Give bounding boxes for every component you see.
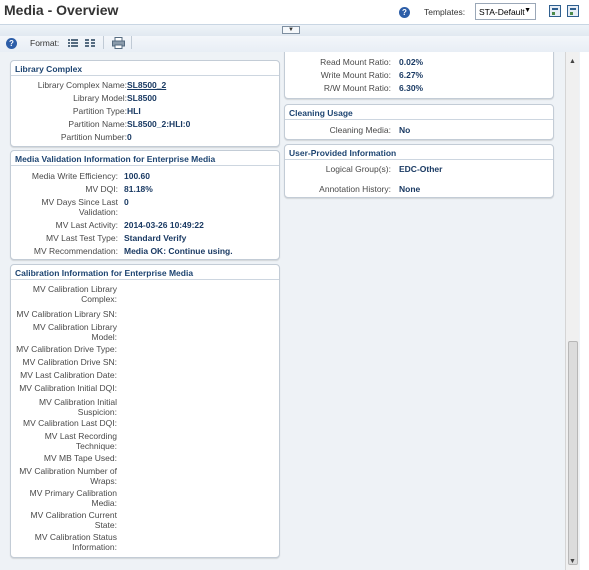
field-value: 0 [124,197,129,207]
field-value: SL8500 [127,93,157,103]
field-label: Cleaning Media: [329,125,391,135]
field-label: MV Calibration Initial Suspicion: [39,397,117,417]
field-label: MV Calibration Last DQI: [22,418,117,428]
panel-title: Calibration Information for Enterprise M… [11,265,279,280]
print-icon[interactable] [112,37,125,49]
field-value: 2014-03-26 10:49:22 [124,220,204,230]
field-value: 0.02% [399,57,424,67]
media-validation-panel: Media Validation Information for Enterpr… [10,150,280,260]
field-label: MV Last Calibration Date: [20,370,117,380]
field-value: 6.27% [399,70,424,80]
field-label: MV Calibration Library SN: [16,309,117,319]
field-label: MV Primary Calibration Media: [29,488,117,508]
scroll-up-arrow-icon[interactable]: ▲ [569,58,576,65]
field-label: MV MB Tape Used: [43,453,117,463]
field-label: Library Complex Name: [37,80,127,90]
field-label: MV Calibration Initial DQI: [19,383,117,393]
library-complex-panel: Library Complex Library Complex Name: SL… [10,60,280,147]
format-toolbar: ? Format: [0,36,589,52]
calibration-panel: Calibration Information for Enterprise M… [10,264,280,558]
chevron-down-icon: ▼ [524,7,531,14]
field-label: MV Last Activity: [55,220,118,230]
field-label: MV Last Test Type: [46,233,118,243]
collapse-toggle-button[interactable]: ▼ [282,26,300,34]
format-label: Format: [30,38,60,48]
field-label: Partition Name: [68,119,127,129]
library-complex-link[interactable]: SL8500_2 [127,80,166,90]
scrollbar-thumb[interactable] [568,341,578,565]
field-value: 6.30% [399,83,424,93]
field-label: Annotation History: [319,184,391,194]
panel-title: Media Validation Information for Enterpr… [11,151,279,166]
panel-title: Cleaning Usage [285,105,553,120]
field-label: Partition Number: [60,132,127,142]
field-value: Standard Verify [124,233,187,243]
field-value: HLI [127,106,141,116]
toolbar-separator [103,36,104,49]
help-icon[interactable]: ? [6,38,17,49]
help-icon[interactable]: ? [399,7,410,18]
templates-label: Templates: [424,7,466,17]
field-label: Logical Group(s): [325,164,391,174]
panel-title: User-Provided Information [285,145,553,160]
field-label: MV Calibration Drive Type: [16,344,117,354]
field-label: Media Write Efficiency: [31,171,118,181]
page-title: Media - Overview [4,2,119,18]
mount-ratios-panel: Read Mount Ratio: 0.02% Write Mount Rati… [284,52,554,99]
field-value: 100.60 [124,171,150,181]
field-value: EDC-Other [399,164,443,174]
field-label: MV Calibration Status Information: [34,532,117,552]
field-label: MV Calibration Library Complex: [32,284,117,304]
save-template-icon[interactable] [567,5,579,17]
list-format-icon[interactable] [68,37,80,49]
cleaning-usage-panel: Cleaning Usage Cleaning Media: No [284,104,554,140]
toolbar-separator [131,36,132,49]
field-value: None [399,184,421,194]
field-label: MV DQI: [85,184,118,194]
field-value: No [399,125,411,135]
field-label: MV Days Since Last Validation: [41,197,118,217]
field-value: Media OK: Continue using. [124,246,233,256]
templates-select[interactable]: STA-Default ▼ [475,3,536,20]
title-bar: Media - Overview ? Templates: STA-Defaul… [0,0,589,24]
field-label: R/W Mount Ratio: [323,83,391,93]
panel-title: Library Complex [11,61,279,76]
field-label: MV Recommendation: [33,246,118,256]
scroll-down-arrow-icon[interactable]: ▼ [569,558,576,565]
field-value: 0 [127,132,132,142]
field-label: Partition Type: [72,106,127,116]
field-label: Write Mount Ratio: [320,70,391,80]
collapse-bar: ▼ [0,24,589,36]
field-label: MV Calibration Number of Wraps: [19,466,117,486]
user-provided-panel: User-Provided Information Logical Group(… [284,144,554,198]
field-label: Library Model: [73,93,127,103]
layout-icon[interactable] [549,5,561,17]
field-label: MV Calibration Library Model: [32,322,117,342]
templates-selected-value: STA-Default [479,7,525,17]
content-area: Library Complex Library Complex Name: SL… [0,52,580,570]
field-label: Read Mount Ratio: [320,57,391,67]
field-value: SL8500_2:HLI:0 [127,119,191,129]
field-label: MV Calibration Current State: [30,510,117,530]
vertical-scrollbar[interactable]: ▲ ▼ [565,52,579,570]
field-label: MV Last Recording Technique: [44,431,117,451]
grid-format-icon[interactable] [85,37,97,49]
field-value: 81.18% [124,184,153,194]
field-label: MV Calibration Drive SN: [22,357,117,367]
